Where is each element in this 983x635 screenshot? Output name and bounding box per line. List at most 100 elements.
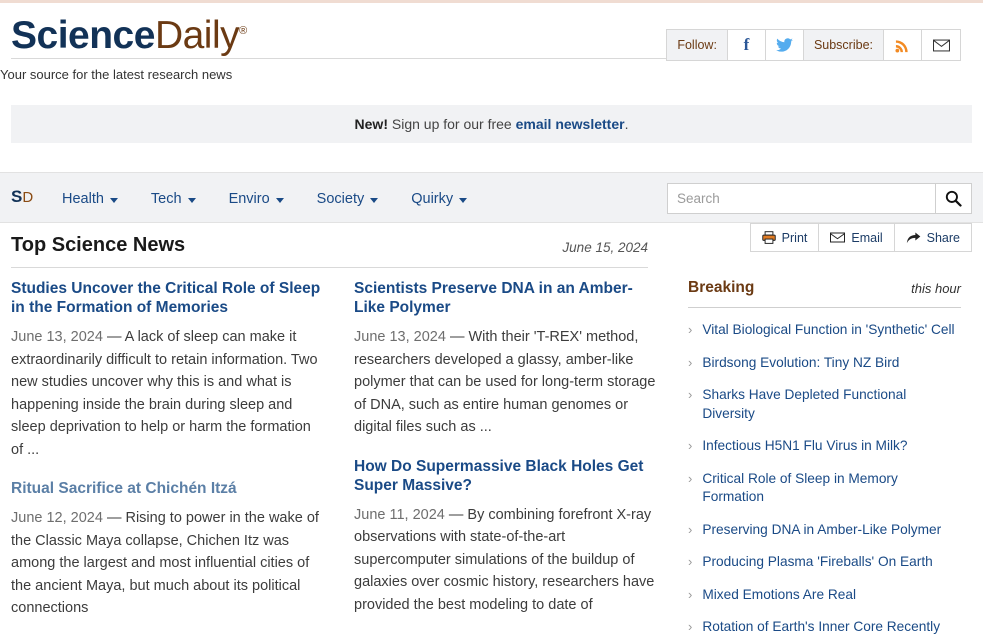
article-date: June 13, 2024 bbox=[354, 329, 446, 345]
share-label: Share bbox=[926, 230, 960, 245]
follow-label: Follow: bbox=[667, 30, 728, 60]
breaking-title: Breaking bbox=[688, 279, 755, 296]
nav-item-health[interactable]: Health bbox=[62, 191, 118, 207]
main-navigation: SD Health Tech Enviro Society Quirky bbox=[0, 172, 983, 223]
article-headline[interactable]: Ritual Sacrifice at Chichén Itzá bbox=[11, 479, 321, 498]
nav-item-label: Tech bbox=[150, 190, 182, 207]
nav-monogram[interactable]: SD bbox=[11, 187, 33, 208]
breaking-item-label: Birdsong Evolution: Tiny NZ Bird bbox=[702, 354, 900, 370]
newsletter-new-label: New! bbox=[354, 116, 388, 132]
breaking-item-label: Sharks Have Depleted Functional Diversit… bbox=[702, 387, 907, 421]
article-column-one: Studies Uncover the Critical Role of Sle… bbox=[11, 279, 321, 635]
chevron-right-icon: › bbox=[688, 322, 693, 337]
nav-item-society[interactable]: Society bbox=[317, 191, 379, 207]
section-divider bbox=[11, 267, 648, 268]
breaking-sidebar: Breaking this hour › Vital Biological Fu… bbox=[688, 279, 961, 635]
breaking-item-label: Rotation of Earth's Inner Core Recently … bbox=[702, 619, 941, 634]
breaking-item-label: Infectious H5N1 Flu Virus in Milk? bbox=[702, 438, 908, 453]
article-headline[interactable]: Scientists Preserve DNA in an Amber-Like… bbox=[354, 279, 659, 317]
breaking-item-label: Critical Role of Sleep in Memory Formati… bbox=[702, 470, 898, 505]
nav-monogram-s: S bbox=[11, 187, 23, 206]
section-heading-row: Top Science News June 15, 2024 bbox=[11, 234, 648, 257]
site-header: ScienceDaily® Follow: f Subscribe: Your … bbox=[0, 3, 983, 82]
newsletter-text-before: Sign up for our free bbox=[387, 116, 516, 132]
list-item[interactable]: › Sharks Have Depleted Functional Divers… bbox=[688, 386, 961, 423]
logo-science-text: Science bbox=[11, 14, 155, 57]
chevron-right-icon: › bbox=[688, 586, 693, 602]
list-item[interactable]: › Producing Plasma 'Fireballs' On Earth bbox=[688, 553, 961, 572]
article-summary: June 13, 2024 — With their 'T-REX' metho… bbox=[354, 326, 659, 439]
article-date: June 12, 2024 bbox=[11, 510, 103, 526]
breaking-item-label: Producing Plasma 'Fireballs' On Earth bbox=[702, 554, 933, 569]
chevron-right-icon: › bbox=[688, 619, 693, 634]
newsletter-banner: New! Sign up for our free email newslett… bbox=[11, 105, 972, 143]
share-button[interactable]: Share bbox=[895, 224, 971, 251]
site-logo[interactable]: ScienceDaily® bbox=[11, 9, 247, 58]
chevron-down-icon bbox=[109, 197, 118, 203]
rss-icon[interactable] bbox=[884, 30, 922, 60]
breaking-timeframe: this hour bbox=[911, 281, 961, 296]
twitter-icon[interactable] bbox=[765, 30, 804, 60]
chevron-right-icon: › bbox=[688, 438, 693, 453]
article-headline[interactable]: Studies Uncover the Critical Role of Sle… bbox=[11, 279, 321, 317]
nav-item-label: Health bbox=[62, 190, 104, 207]
list-item[interactable]: › Rotation of Earth's Inner Core Recentl… bbox=[688, 618, 961, 635]
email-button[interactable]: Email bbox=[819, 224, 895, 251]
search-input[interactable] bbox=[667, 183, 935, 214]
list-item[interactable]: › Vital Biological Function in 'Syntheti… bbox=[688, 321, 961, 340]
list-item[interactable]: › Infectious H5N1 Flu Virus in Milk? bbox=[688, 437, 961, 456]
article-summary: June 12, 2024 — Rising to power in the w… bbox=[11, 507, 321, 620]
article-headline[interactable]: How Do Supermassive Black Holes Get Supe… bbox=[354, 457, 659, 495]
article-summary: June 11, 2024 — By combining forefront X… bbox=[354, 504, 659, 617]
list-item[interactable]: › Mixed Emotions Are Real bbox=[688, 586, 961, 605]
nav-link-list: Health Tech Enviro Society Quirky bbox=[62, 173, 500, 224]
share-arrow-icon bbox=[906, 232, 920, 243]
nav-item-quirky[interactable]: Quirky bbox=[411, 190, 468, 207]
newsletter-text-after: . bbox=[624, 116, 629, 132]
printer-icon bbox=[761, 231, 776, 244]
search-area bbox=[667, 183, 972, 214]
article-summary-text: — A lack of sleep can make it extraordin… bbox=[11, 329, 318, 458]
content-columns: Studies Uncover the Critical Role of Sle… bbox=[11, 279, 972, 635]
chevron-right-icon: › bbox=[688, 354, 693, 370]
nav-item-enviro[interactable]: Enviro bbox=[229, 191, 284, 207]
social-subscribe-bar: Follow: f Subscribe: bbox=[666, 29, 961, 61]
chevron-down-icon bbox=[275, 197, 284, 203]
print-button[interactable]: Print bbox=[751, 224, 820, 251]
nav-item-label: Quirky bbox=[411, 190, 454, 207]
breaking-header: Breaking this hour bbox=[688, 279, 961, 305]
chevron-right-icon: › bbox=[688, 521, 693, 537]
article-item: Studies Uncover the Critical Role of Sle… bbox=[11, 279, 321, 461]
article-item: Scientists Preserve DNA in an Amber-Like… bbox=[354, 279, 659, 439]
email-icon[interactable] bbox=[922, 30, 960, 60]
page-title: Top Science News bbox=[11, 234, 186, 256]
newsletter-link[interactable]: email newsletter bbox=[516, 116, 625, 132]
print-label: Print bbox=[781, 230, 808, 245]
page-date: June 15, 2024 bbox=[562, 240, 648, 255]
nav-monogram-d: D bbox=[22, 189, 34, 206]
search-icon bbox=[945, 190, 962, 207]
subscribe-label: Subscribe: bbox=[803, 30, 884, 60]
article-date: June 13, 2024 bbox=[11, 329, 103, 345]
breaking-divider bbox=[688, 307, 961, 308]
search-button[interactable] bbox=[935, 183, 972, 214]
chevron-right-icon: › bbox=[688, 470, 693, 486]
chevron-down-icon bbox=[459, 197, 468, 203]
list-item[interactable]: › Critical Role of Sleep in Memory Forma… bbox=[688, 470, 961, 507]
article-column-two: Scientists Preserve DNA in an Amber-Like… bbox=[354, 279, 659, 634]
chevron-down-icon bbox=[187, 197, 196, 203]
site-tagline: Your source for the latest research news bbox=[0, 67, 233, 82]
facebook-icon[interactable]: f bbox=[727, 30, 766, 60]
nav-item-label: Society bbox=[316, 190, 365, 207]
breaking-item-label: Vital Biological Function in 'Synthetic'… bbox=[702, 322, 955, 337]
sciencedaily-homepage: ScienceDaily® Follow: f Subscribe: Your … bbox=[0, 0, 983, 635]
list-item[interactable]: › Preserving DNA in Amber-Like Polymer bbox=[688, 521, 961, 540]
header-divider bbox=[11, 58, 671, 59]
nav-item-tech[interactable]: Tech bbox=[151, 191, 196, 207]
chevron-down-icon bbox=[370, 197, 379, 203]
article-item: How Do Supermassive Black Holes Get Supe… bbox=[354, 457, 659, 617]
list-item[interactable]: › Birdsong Evolution: Tiny NZ Bird bbox=[688, 354, 961, 373]
envelope-icon bbox=[830, 232, 846, 243]
nav-item-label: Enviro bbox=[228, 190, 270, 207]
breaking-item-label: Preserving DNA in Amber-Like Polymer bbox=[702, 521, 942, 537]
